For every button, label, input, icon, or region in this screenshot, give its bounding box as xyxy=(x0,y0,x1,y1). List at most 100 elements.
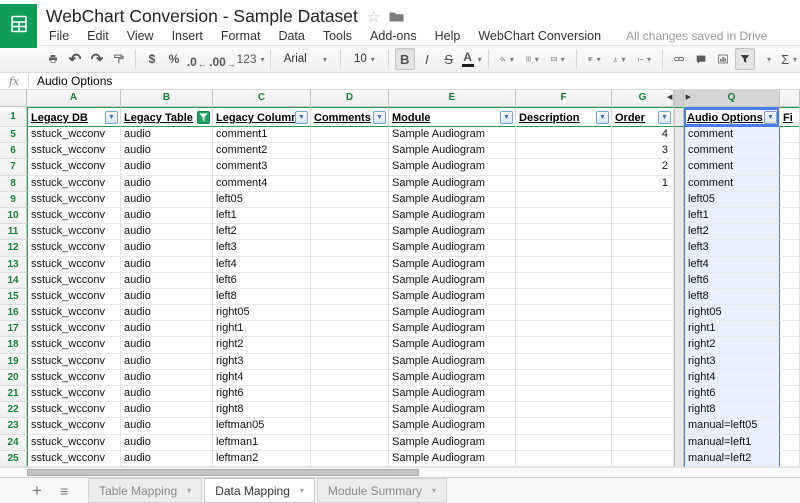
cell-E10[interactable]: Sample Audiogram xyxy=(389,208,516,224)
bold-button[interactable]: B xyxy=(395,48,415,70)
cell-F23[interactable] xyxy=(516,418,612,434)
cell-G8[interactable]: 1 xyxy=(612,176,674,192)
menu-item-add-ons[interactable]: Add-ons xyxy=(361,29,426,43)
column-header-clipped[interactable] xyxy=(780,90,800,107)
cell-B22[interactable]: audio xyxy=(121,402,213,418)
row-header-21[interactable]: 21 xyxy=(0,386,27,402)
horizontal-scrollbar-thumb[interactable] xyxy=(27,469,419,476)
row-header-7[interactable]: 7 xyxy=(0,159,27,175)
cell-Q14[interactable]: left6 xyxy=(684,273,780,289)
header-cell-clipped[interactable]: Fi xyxy=(780,107,800,127)
cell-E17[interactable]: Sample Audiogram xyxy=(389,321,516,337)
sheet-tab-data-mapping[interactable]: Data Mapping ▾ xyxy=(204,478,315,503)
row-header-23[interactable]: 23 xyxy=(0,418,27,434)
row-header-10[interactable]: 10 xyxy=(0,208,27,224)
cell-G14[interactable] xyxy=(612,273,674,289)
cell-F19[interactable] xyxy=(516,354,612,370)
cell-B5[interactable]: audio xyxy=(121,127,213,143)
row-header-8[interactable]: 8 xyxy=(0,176,27,192)
row-header-16[interactable]: 16 xyxy=(0,305,27,321)
cell-E7[interactable]: Sample Audiogram xyxy=(389,159,516,175)
cell-B8[interactable]: audio xyxy=(121,176,213,192)
cell-Q16[interactable]: right05 xyxy=(684,305,780,321)
row-header-5[interactable]: 5 xyxy=(0,127,27,143)
cell-F14[interactable] xyxy=(516,273,612,289)
increase-decimal-button[interactable]: .00→ xyxy=(210,48,236,70)
sheet-tab-module-summary[interactable]: Module Summary ▾ xyxy=(317,478,447,503)
cell-G6[interactable]: 3 xyxy=(612,143,674,159)
cell-clipped19[interactable] xyxy=(780,354,800,370)
cell-E25[interactable]: Sample Audiogram xyxy=(389,451,516,467)
cell-Q13[interactable]: left4 xyxy=(684,257,780,273)
cell-C9[interactable]: left05 xyxy=(213,192,311,208)
cell-G18[interactable] xyxy=(612,337,674,353)
percent-format-button[interactable]: % xyxy=(164,48,184,70)
cell-Q19[interactable]: right3 xyxy=(684,354,780,370)
cell-Q5[interactable]: comment xyxy=(684,127,780,143)
cell-A13[interactable]: sstuck_wcconv xyxy=(27,257,121,273)
cell-E13[interactable]: Sample Audiogram xyxy=(389,257,516,273)
cell-clipped10[interactable] xyxy=(780,208,800,224)
header-cell-A[interactable]: Legacy DB▼ xyxy=(27,107,121,127)
column-header-C[interactable]: C xyxy=(213,90,311,107)
number-format-button[interactable]: 123▾ xyxy=(237,48,263,70)
cell-E15[interactable]: Sample Audiogram xyxy=(389,289,516,305)
cell-F11[interactable] xyxy=(516,224,612,240)
vertical-align-button[interactable]: ▾ xyxy=(608,48,631,70)
cell-Q21[interactable]: right6 xyxy=(684,386,780,402)
filter-dropdown-button[interactable]: ▼ xyxy=(596,111,609,124)
row-header-1[interactable]: 1 xyxy=(0,107,27,127)
cell-A21[interactable]: sstuck_wcconv xyxy=(27,386,121,402)
row-header-15[interactable]: 15 xyxy=(0,289,27,305)
cell-F25[interactable] xyxy=(516,451,612,467)
cell-F12[interactable] xyxy=(516,240,612,256)
cell-F10[interactable] xyxy=(516,208,612,224)
cell-C7[interactable]: comment3 xyxy=(213,159,311,175)
header-cell-C[interactable]: Legacy Column▼ xyxy=(213,107,311,127)
cell-C12[interactable]: left3 xyxy=(213,240,311,256)
row-header-12[interactable]: 12 xyxy=(0,240,27,256)
column-header-A[interactable]: A xyxy=(27,90,121,107)
cell-F22[interactable] xyxy=(516,402,612,418)
cell-F20[interactable] xyxy=(516,370,612,386)
menu-item-edit[interactable]: Edit xyxy=(78,29,118,43)
italic-button[interactable]: I xyxy=(417,48,437,70)
cell-D15[interactable] xyxy=(311,289,389,305)
cell-G13[interactable] xyxy=(612,257,674,273)
cell-D19[interactable] xyxy=(311,354,389,370)
cell-A6[interactable]: sstuck_wcconv xyxy=(27,143,121,159)
menu-item-format[interactable]: Format xyxy=(212,29,270,43)
cell-E9[interactable]: Sample Audiogram xyxy=(389,192,516,208)
cell-clipped7[interactable] xyxy=(780,159,800,175)
cell-clipped24[interactable] xyxy=(780,435,800,451)
cell-A16[interactable]: sstuck_wcconv xyxy=(27,305,121,321)
row-header-24[interactable]: 24 xyxy=(0,435,27,451)
cell-clipped21[interactable] xyxy=(780,386,800,402)
row-header-13[interactable]: 13 xyxy=(0,257,27,273)
cell-G5[interactable]: 4 xyxy=(612,127,674,143)
cell-G20[interactable] xyxy=(612,370,674,386)
cell-B25[interactable]: audio xyxy=(121,451,213,467)
cell-D18[interactable] xyxy=(311,337,389,353)
filter-dropdown-button[interactable]: ▼ xyxy=(295,111,308,124)
horizontal-scrollbar[interactable] xyxy=(0,467,800,477)
cell-Q22[interactable]: right8 xyxy=(684,402,780,418)
currency-format-button[interactable]: $ xyxy=(142,48,162,70)
cell-Q11[interactable]: left2 xyxy=(684,224,780,240)
menu-item-tools[interactable]: Tools xyxy=(314,29,361,43)
cell-Q25[interactable]: manual=left2 xyxy=(684,451,780,467)
cell-G25[interactable] xyxy=(612,451,674,467)
row-header-11[interactable]: 11 xyxy=(0,224,27,240)
cell-A11[interactable]: sstuck_wcconv xyxy=(27,224,121,240)
cell-B13[interactable]: audio xyxy=(121,257,213,273)
cell-A5[interactable]: sstuck_wcconv xyxy=(27,127,121,143)
row-header-18[interactable]: 18 xyxy=(0,337,27,353)
row-header-6[interactable]: 6 xyxy=(0,143,27,159)
row-header-20[interactable]: 20 xyxy=(0,370,27,386)
cell-clipped25[interactable] xyxy=(780,451,800,467)
cell-E18[interactable]: Sample Audiogram xyxy=(389,337,516,353)
cell-D6[interactable] xyxy=(311,143,389,159)
cell-clipped23[interactable] xyxy=(780,418,800,434)
insert-chart-button[interactable] xyxy=(713,48,733,70)
filter-views-dropdown[interactable]: ▾ xyxy=(757,48,777,70)
